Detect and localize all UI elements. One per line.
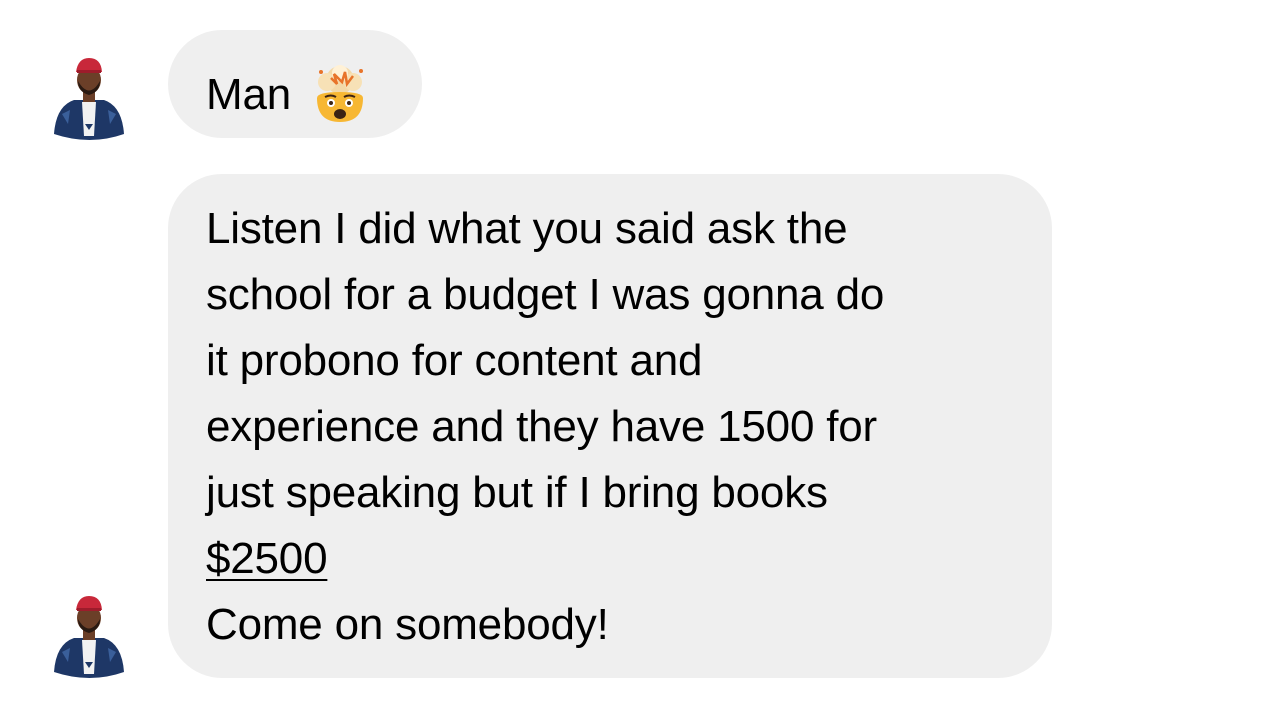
avatar-man-red-cap-icon [54, 58, 124, 140]
message-line: experience and they have 1500 for [206, 402, 877, 451]
sender-avatar[interactable] [50, 592, 128, 678]
amount-link[interactable]: $2500 [206, 534, 328, 583]
message-line: Come on somebody! [206, 600, 609, 649]
sender-avatar[interactable] [50, 54, 128, 140]
message-line: Listen I did what you said ask the [206, 204, 848, 253]
message-bubble[interactable]: Man [168, 30, 422, 138]
message-line: just speaking but if I bring books [206, 468, 828, 517]
message-line: school for a budget I was gonna do [206, 270, 885, 319]
message-line: it probono for content and [206, 336, 703, 385]
message-line-amount: $2500 [206, 526, 1032, 592]
message-text: Man [206, 69, 291, 119]
exploding-head-icon [309, 64, 371, 126]
message-bubble[interactable]: Listen I did what you said ask the schoo… [168, 174, 1052, 678]
avatar-man-red-cap-icon [54, 596, 124, 678]
